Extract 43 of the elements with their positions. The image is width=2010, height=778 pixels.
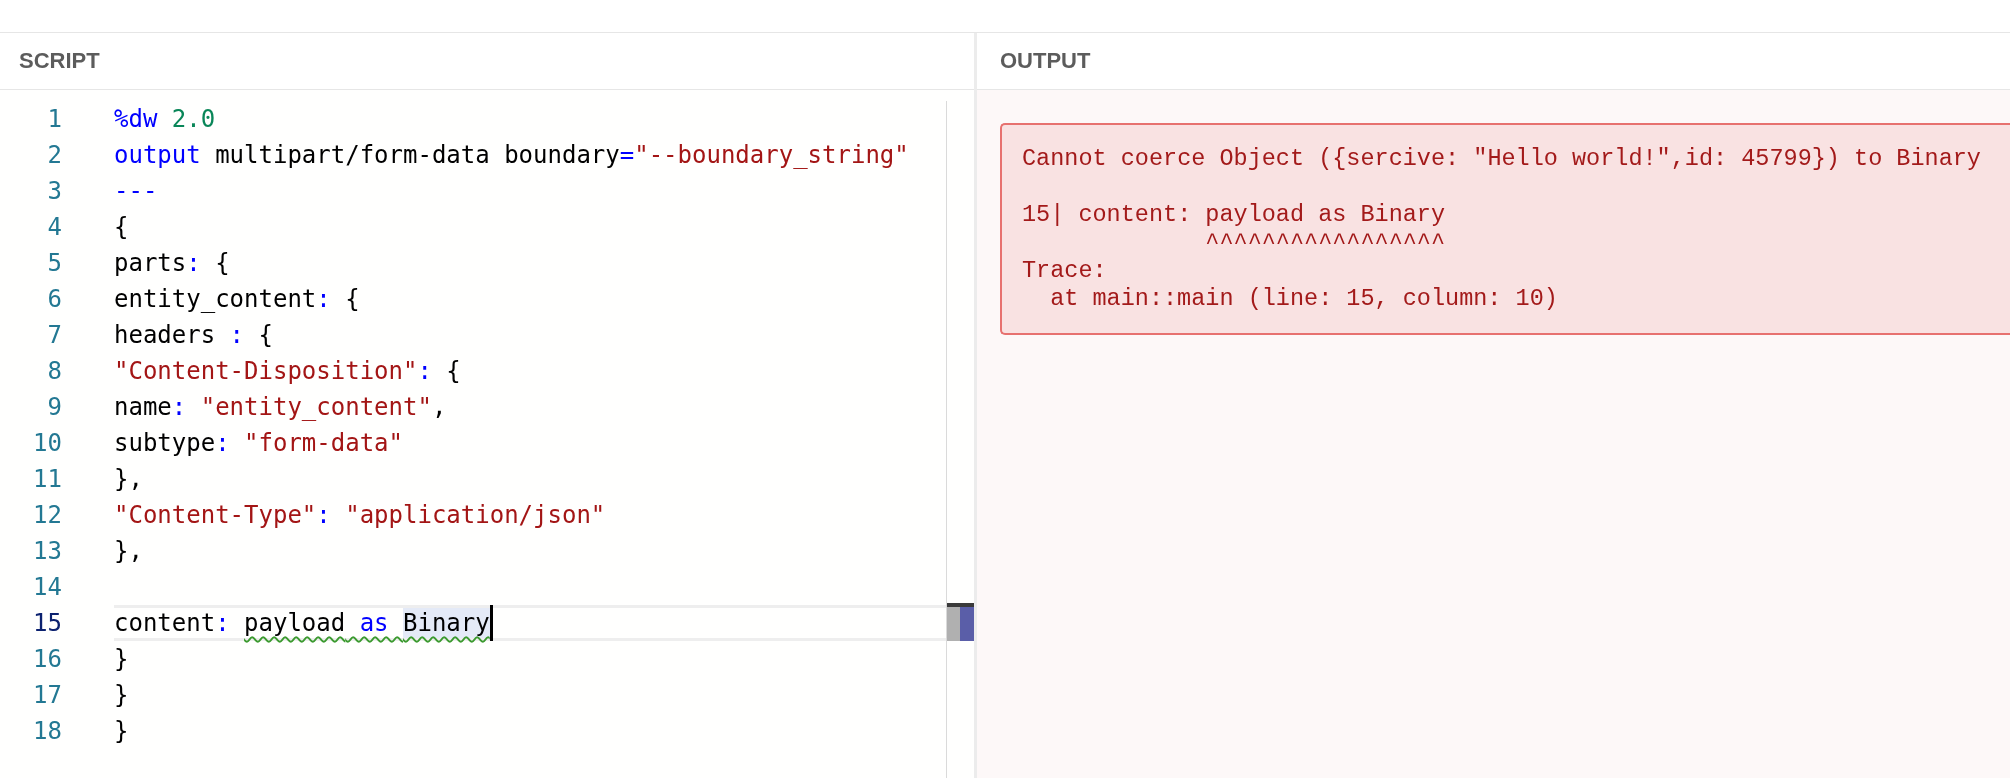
line-number: 14 <box>32 572 62 603</box>
scroll-thumb[interactable] <box>947 607 960 641</box>
trace-heading: Trace: <box>1022 257 1107 285</box>
code-line: } <box>114 680 129 711</box>
code-line: "Content-Disposition": { <box>114 356 461 387</box>
error-source-line: 15| content: payload as Binary <box>1022 201 1446 229</box>
code-line: parts: { <box>114 248 230 279</box>
line-number: 6 <box>46 284 62 315</box>
code-line: --- <box>114 176 158 207</box>
line-number: 10 <box>32 428 62 459</box>
code-line: "Content-Type": "application/json" <box>114 500 606 531</box>
line-number: 16 <box>32 644 62 675</box>
error-pointer: ^^^^^^^^^^^^^^^^^ <box>1205 229 1446 257</box>
code-line: entity_content: { <box>114 284 360 315</box>
line-number: 5 <box>46 248 62 279</box>
line-number: 17 <box>32 680 62 711</box>
line-number: 1 <box>46 104 62 135</box>
code-line: { <box>114 212 129 243</box>
code-line: }, <box>114 536 143 567</box>
panel-title: SCRIPT <box>19 48 100 74</box>
line-number: 2 <box>46 140 62 171</box>
error-message: Cannot coerce Object ({sercive: "Hello world!",id: 45799}) to Binary <box>1022 145 1981 173</box>
code-line: content: payload as Binary <box>114 608 490 638</box>
line-number: 9 <box>46 392 62 423</box>
code-line: } <box>114 716 129 747</box>
line-number: 18 <box>32 716 62 747</box>
code-line: }, <box>114 464 143 495</box>
code-line: output multipart/form-data boundary="--boundary_string" <box>114 140 909 171</box>
line-number: 15 <box>32 608 62 639</box>
line-number: 11 <box>32 464 62 495</box>
line-number: 3 <box>46 176 62 207</box>
line-number: 7 <box>46 320 62 351</box>
panel-title: OUTPUT <box>1000 48 1091 74</box>
code-line: %dw 2.0 <box>114 104 216 135</box>
code-line: headers : { <box>114 320 273 351</box>
line-number: 13 <box>32 536 62 567</box>
line-number: 12 <box>32 500 62 531</box>
code-line: } <box>114 644 129 675</box>
code-line: name: "entity_content", <box>114 392 447 423</box>
trace-entry: at main::main (line: 15, column: 10) <box>1050 285 1558 313</box>
code-line: subtype: "form-data" <box>114 428 403 459</box>
line-number: 8 <box>46 356 62 387</box>
line-number: 4 <box>46 212 62 243</box>
